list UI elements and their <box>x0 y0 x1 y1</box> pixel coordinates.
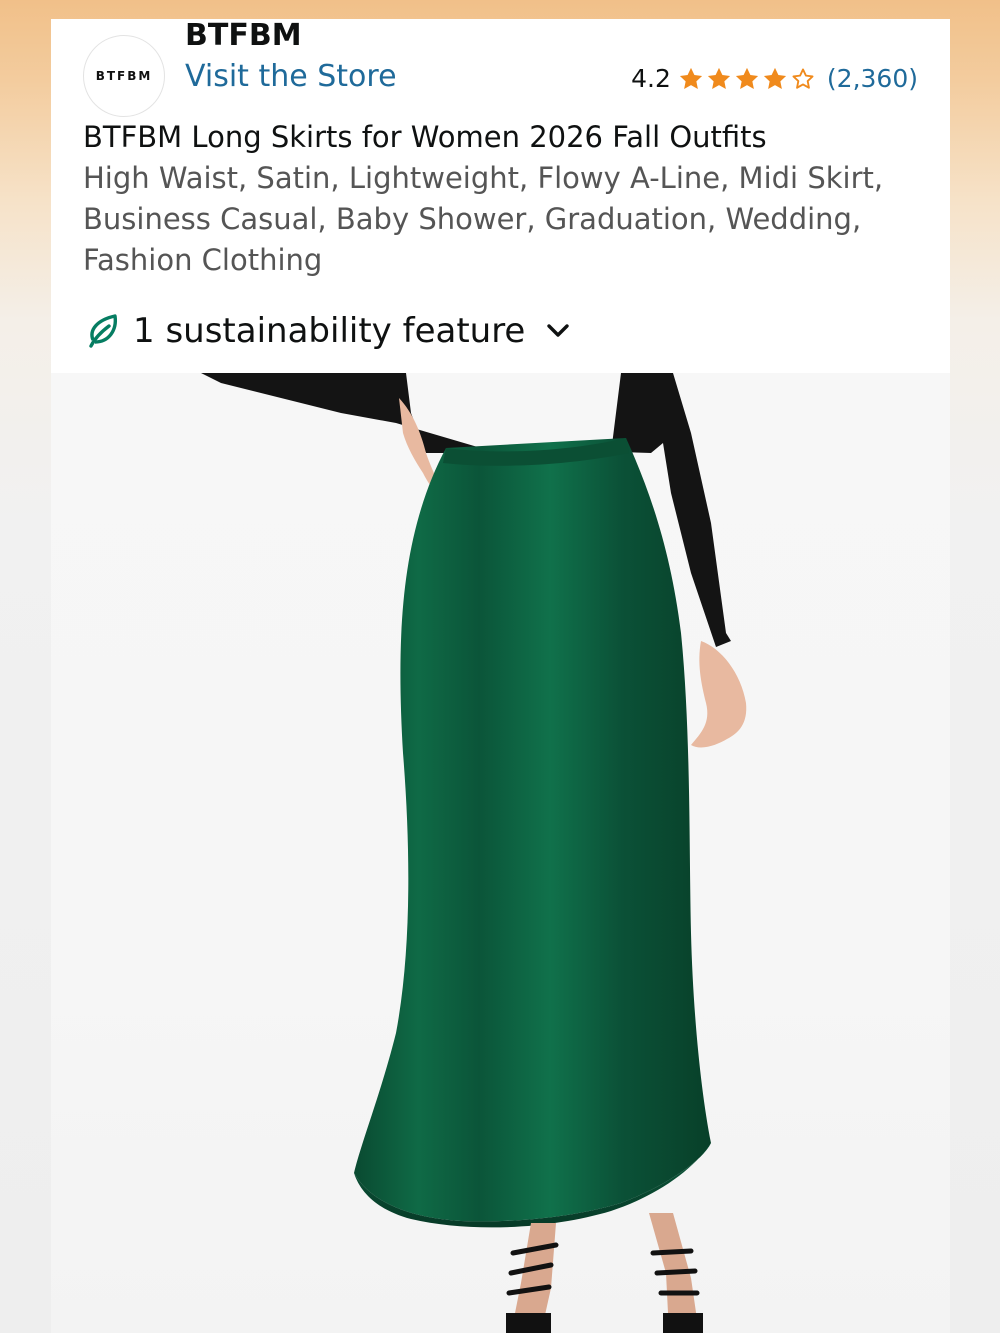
star-icon <box>707 67 731 90</box>
leaf-icon <box>89 314 117 348</box>
product-title-main: BTFBM Long Skirts for Women 2026 Fall Ou… <box>83 120 767 154</box>
product-image[interactable] <box>51 373 950 1333</box>
sustainability-feature-toggle[interactable]: 1 sustainability feature <box>85 309 573 353</box>
star-rating <box>677 65 817 93</box>
star-icon <box>679 67 703 90</box>
product-title: BTFBM Long Skirts for Women 2026 Fall Ou… <box>83 117 933 281</box>
brand-name: BTFBM <box>185 18 302 53</box>
sustainability-label: 1 sustainability feature <box>133 311 526 351</box>
star-outline-icon <box>792 68 814 89</box>
brand-logo-text: BTFBM <box>95 69 153 83</box>
visit-store-link[interactable]: Visit the Store <box>185 59 397 95</box>
brand-logo[interactable]: BTFBM <box>83 35 165 117</box>
star-icon <box>763 67 787 90</box>
product-title-details: High Waist, Satin, Lightweight, Flowy A-… <box>83 161 884 277</box>
rating-value: 4.2 <box>631 64 671 93</box>
product-header-card: BTFBM BTFBM Visit the Store 4.2 (2,360) … <box>51 19 950 373</box>
chevron-down-icon <box>547 324 570 337</box>
rating-count-link[interactable]: (2,360) <box>827 63 918 95</box>
star-icon <box>735 67 759 90</box>
rating-summary[interactable]: 4.2 (2,360) <box>631 63 918 95</box>
product-photo-illustration <box>201 373 747 1333</box>
